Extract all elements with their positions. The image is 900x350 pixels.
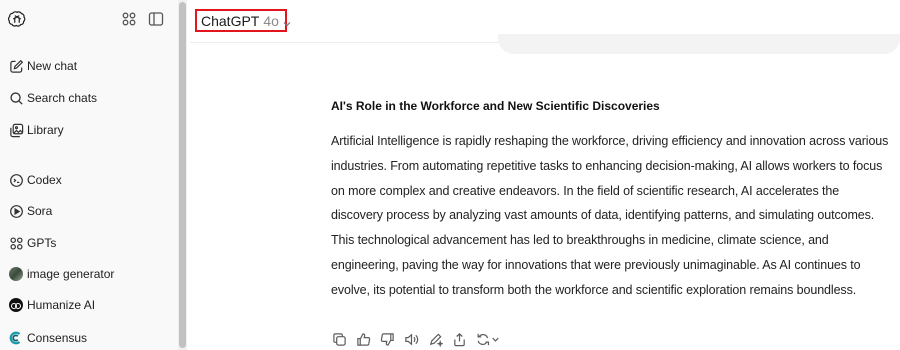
search-icon xyxy=(8,90,24,106)
sidebar-item-label: Sora xyxy=(27,204,53,218)
sidebar-item-label: New chat xyxy=(27,59,78,73)
response-paragraph: Artificial Intelligence is rapidly resha… xyxy=(331,134,889,297)
response-title: AI's Role in the Workforce and New Scien… xyxy=(331,99,660,113)
sidebar-item-library[interactable]: Library xyxy=(0,117,172,143)
edit-canvas-icon[interactable] xyxy=(427,331,443,347)
sora-icon xyxy=(8,203,24,219)
thumbs-down-icon[interactable] xyxy=(379,331,395,347)
sidebar-item-image-generator[interactable]: image generator xyxy=(0,261,172,287)
new-chat-icon xyxy=(8,58,24,74)
share-icon[interactable] xyxy=(451,331,467,347)
model-version: 4o xyxy=(263,12,279,29)
read-aloud-icon[interactable] xyxy=(403,331,419,347)
regenerate-icon[interactable] xyxy=(475,331,501,347)
library-icon xyxy=(8,122,24,138)
sidebar-item-humanize-ai[interactable]: Humanize AI xyxy=(0,292,172,318)
chevron-down-icon xyxy=(282,16,292,26)
openai-logo-icon[interactable] xyxy=(7,10,26,28)
sidebar-item-label: Consensus xyxy=(27,331,88,345)
message-actions xyxy=(331,330,509,348)
apps-grid-icon[interactable] xyxy=(121,11,137,27)
sidebar-item-new-chat[interactable]: New chat xyxy=(0,53,172,79)
sidebar-toggle-icon[interactable] xyxy=(148,11,164,27)
model-name: ChatGPT xyxy=(201,12,260,29)
sidebar-item-label: Codex xyxy=(27,173,62,187)
sidebar-item-gpts[interactable]: GPTs xyxy=(0,230,172,256)
sidebar-item-codex[interactable]: Codex xyxy=(0,167,172,193)
sidebar-item-consensus[interactable]: Consensus xyxy=(0,325,172,350)
sidebar-item-sora[interactable]: Sora xyxy=(0,198,172,224)
user-message-bubble xyxy=(498,34,900,54)
sidebar-header xyxy=(0,0,178,40)
model-selector-button[interactable]: ChatGPT 4o xyxy=(195,9,291,32)
sidebar: New chat Search chats Library Codex Sora… xyxy=(0,0,178,350)
sidebar-item-label: Humanize AI xyxy=(27,298,96,312)
sidebar-scrollbar-thumb[interactable] xyxy=(179,2,186,348)
gpts-grid-icon xyxy=(8,235,24,251)
sidebar-item-label: Library xyxy=(27,123,64,137)
humanize-ai-avatar xyxy=(8,297,24,313)
sidebar-item-label: Search chats xyxy=(27,91,98,105)
consensus-icon xyxy=(8,330,24,346)
copy-icon[interactable] xyxy=(331,331,347,347)
sidebar-item-label: GPTs xyxy=(27,236,57,250)
thumbs-up-icon[interactable] xyxy=(355,331,371,347)
sidebar-item-label: image generator xyxy=(27,267,115,281)
image-generator-avatar xyxy=(8,266,24,282)
codex-icon xyxy=(8,172,24,188)
sidebar-scrollbar[interactable] xyxy=(178,0,187,350)
assistant-message: AI's Role in the Workforce and New Scien… xyxy=(331,98,891,303)
sidebar-item-search-chats[interactable]: Search chats xyxy=(0,85,172,111)
